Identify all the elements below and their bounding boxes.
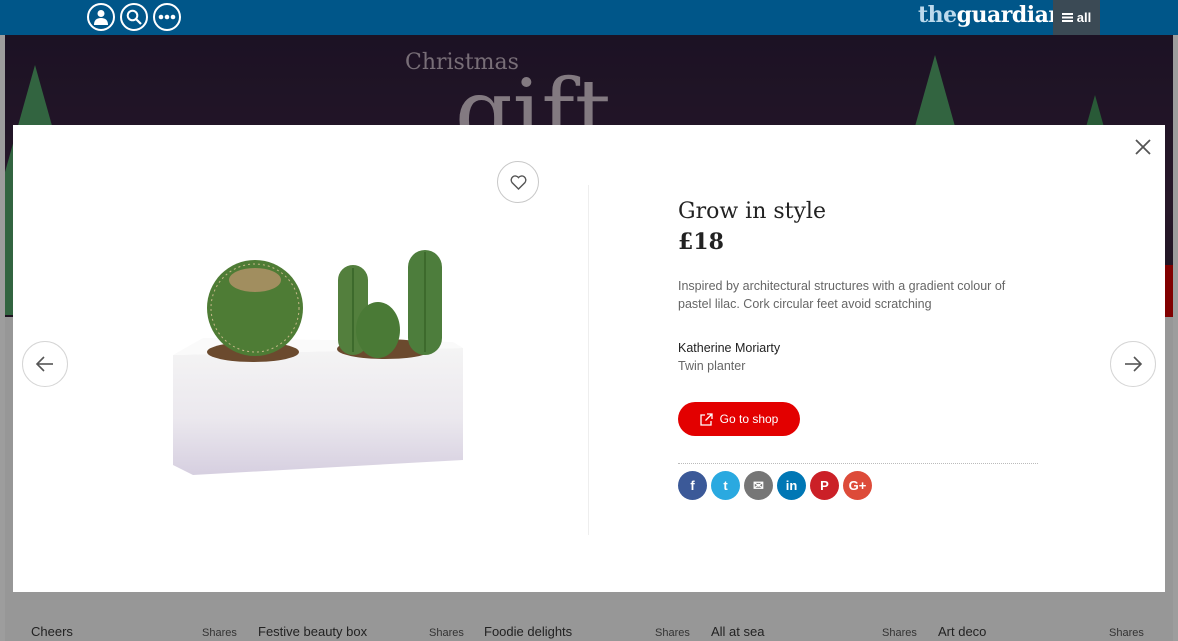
profile-icon[interactable] [87, 3, 115, 31]
product-image [173, 250, 463, 475]
product-title: Grow in style [678, 199, 826, 224]
arrow-left-icon [35, 356, 53, 372]
guardian-logo[interactable]: theguardian [918, 2, 1064, 28]
close-icon[interactable] [1132, 136, 1154, 158]
modal-divider [588, 185, 589, 535]
go-to-shop-button[interactable]: Go to shop [678, 402, 800, 436]
product-brand: Katherine Moriarty [678, 341, 781, 355]
hamburger-icon [1061, 13, 1073, 22]
email-icon: ✉ [753, 477, 764, 493]
googleplus-share-button[interactable]: G+ [843, 471, 872, 500]
gift-card-title[interactable]: Art deco [938, 624, 986, 639]
next-arrow-button[interactable] [1110, 341, 1156, 387]
googleplus-icon: G+ [848, 478, 867, 493]
shares-label: Shares [1109, 627, 1144, 639]
logo-prefix: the [918, 2, 957, 28]
share-divider [678, 463, 1038, 464]
gift-card-title[interactable]: Cheers [31, 624, 73, 639]
twitter-share-button[interactable]: t [711, 471, 740, 500]
external-link-icon [699, 412, 713, 426]
linkedin-icon: in [785, 478, 798, 493]
search-icon[interactable] [120, 3, 148, 31]
go-to-shop-label: Go to shop [719, 412, 779, 426]
gift-card-title[interactable]: Foodie delights [484, 624, 572, 639]
product-description: Inspired by architectural structures wit… [678, 279, 1006, 311]
linkedin-share-button[interactable]: in [777, 471, 806, 500]
email-share-button[interactable]: ✉ [744, 471, 773, 500]
more-icon[interactable] [153, 3, 181, 31]
previous-arrow-button[interactable] [22, 341, 68, 387]
shares-label: Shares [655, 627, 690, 639]
facebook-icon: f [690, 478, 695, 493]
all-menu-button[interactable]: all [1053, 0, 1100, 35]
shares-label: Shares [202, 627, 237, 639]
gift-card-title[interactable]: Festive beauty box [258, 624, 367, 639]
facebook-share-button[interactable]: f [678, 471, 707, 500]
product-price: £18 [678, 229, 724, 255]
gift-card-title[interactable]: All at sea [711, 624, 764, 639]
logo-main: guardian [956, 2, 1065, 28]
product-name: Twin planter [678, 359, 746, 373]
twitter-icon: t [723, 478, 728, 493]
shares-label: Shares [429, 627, 464, 639]
pinterest-share-button[interactable]: P [810, 471, 839, 500]
favourite-button[interactable] [497, 161, 539, 203]
top-bar: theguardian all [0, 0, 1178, 35]
pinterest-icon: P [820, 478, 829, 493]
product-modal: Grow in style £18 Inspired by architectu… [13, 125, 1165, 592]
heart-icon [510, 174, 526, 190]
arrow-right-icon [1125, 356, 1143, 372]
all-menu-label: all [1076, 10, 1092, 25]
shares-label: Shares [882, 627, 917, 639]
